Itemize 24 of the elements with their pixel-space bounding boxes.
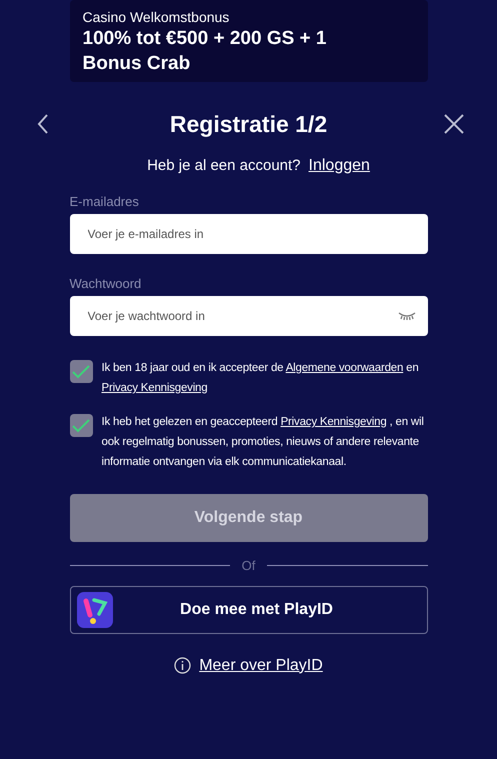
divider-label: Of <box>242 557 256 575</box>
consent-text: Ik ben 18 jaar oud en ik accepteer de Algemene voorwaarden en Privacy Kennisgeving <box>102 361 420 396</box>
back-icon[interactable] <box>36 114 48 134</box>
eye-closed-icon[interactable] <box>398 312 416 320</box>
playid-button[interactable]: Doe mee met PlayID <box>70 586 428 634</box>
page-title: Registratie 1/2 <box>170 110 328 139</box>
banner-subtitle: Casino Welkomstbonus <box>82 8 230 26</box>
field-label: E-mailadres <box>70 194 140 210</box>
consent-text: Ik heb het gelezen en geaccepteerd Privacy Kennisgeving , en wil ook regelmatig bonussen, promoties, nieuws of andere relevante informatie ontvangen via elk communicatiekanaal. <box>102 415 425 470</box>
email-field[interactable]: Voer je e-mailadres in <box>70 214 428 254</box>
privacy-link[interactable]: Algemene voorwaarden <box>286 362 404 374</box>
privacy-link[interactable]: Privacy Kennisgeving <box>102 382 208 394</box>
checkbox[interactable] <box>70 414 92 437</box>
info-icon <box>174 657 192 674</box>
checkbox[interactable] <box>70 360 92 383</box>
privacy-link[interactable]: Privacy Kennisgeving <box>280 416 387 428</box>
login-link[interactable]: Inloggen <box>308 154 370 178</box>
login-prompt: Heb je al een account? <box>147 156 301 176</box>
more-playid-link[interactable]: Meer over PlayID <box>199 654 323 678</box>
field-label: Wachtwoord <box>70 276 142 292</box>
password-field[interactable]: Voer je wachtwoord in <box>70 296 428 336</box>
banner-title: 100% tot €500 + 200 GS + 1 Bonus Crab <box>82 27 328 76</box>
playid-logo-icon <box>76 592 112 628</box>
close-icon[interactable] <box>444 114 464 134</box>
